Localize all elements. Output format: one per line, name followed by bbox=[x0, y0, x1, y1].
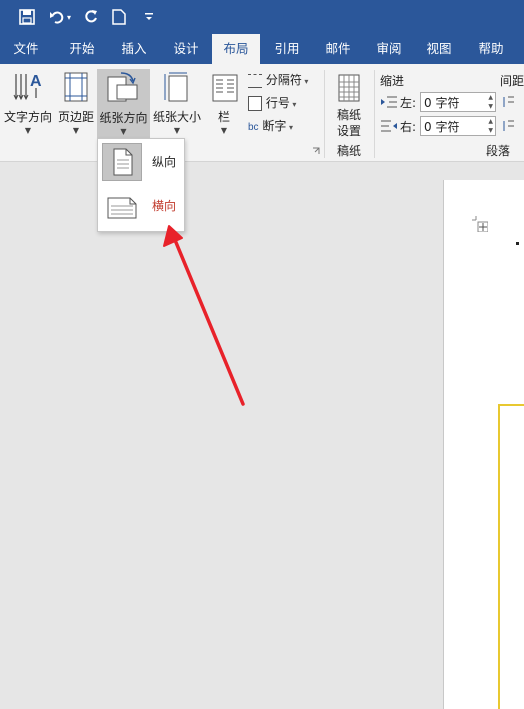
annotation-arrow bbox=[163, 225, 245, 406]
